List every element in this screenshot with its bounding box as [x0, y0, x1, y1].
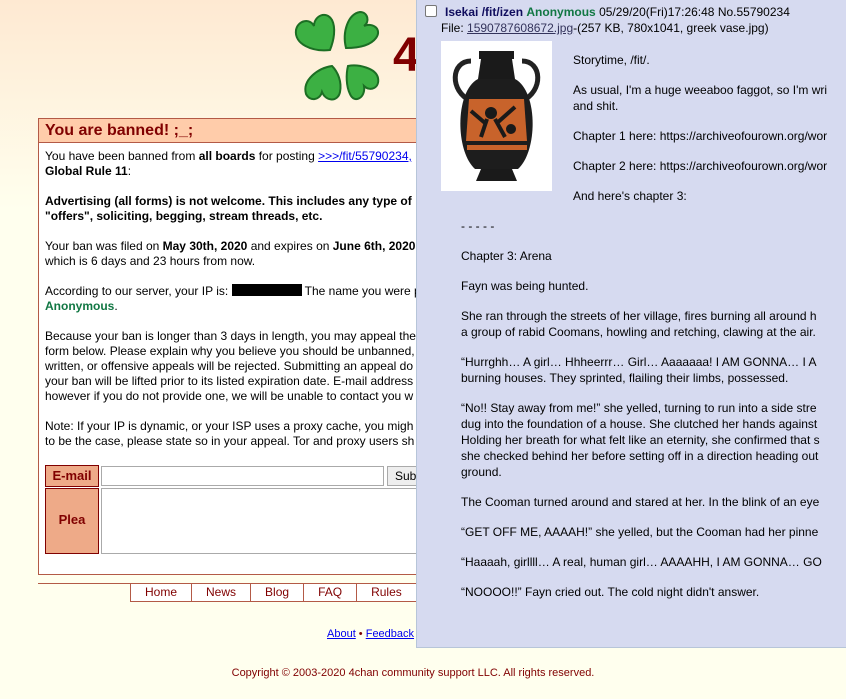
- file-meta: -(257 KB, 780x1041, greek vase.jpg): [573, 21, 769, 35]
- separator: •: [355, 628, 366, 640]
- poster-name: Anonymous: [45, 299, 115, 313]
- ban-text: Your ban was filed on: [45, 239, 163, 253]
- message-text: Holding her breath for what felt like an…: [461, 433, 820, 447]
- file-info: File: 1590787608672.jpg-(257 KB, 780x104…: [441, 21, 769, 35]
- post-header: Isekai /fit/izen Anonymous 05/29/20(Fri)…: [445, 5, 790, 19]
- message-line: “NOOOO!!” Fayn cried out. The cold night…: [461, 585, 760, 599]
- about-link[interactable]: About: [327, 628, 356, 640]
- footer-nav: Home News Blog FAQ Rules S: [130, 584, 454, 602]
- message-text: and shit.: [573, 99, 619, 113]
- nav-news[interactable]: News: [191, 584, 252, 602]
- rule-name: Global Rule 11: [45, 164, 128, 178]
- nav-rules[interactable]: Rules: [356, 584, 417, 602]
- message-text: ground.: [461, 465, 502, 479]
- message-line: As usual, I'm a huge weeaboo faggot, so …: [573, 82, 846, 114]
- ban-title: You are banned! ;_;: [39, 119, 437, 143]
- ban-text: :: [127, 164, 132, 178]
- post-subject: Isekai /fit/izen: [445, 5, 524, 19]
- post-message: Storytime, /fit/. As usual, I'm a huge w…: [461, 52, 846, 614]
- appeal-text-line: your ban will be lifted prior to its lis…: [45, 374, 414, 388]
- message-text: “Hurrghh… A girl… Hhheerrr… Girl… Aaaaaa…: [461, 355, 817, 369]
- rule-text-line1: Advertising (all forms) is not welcome. …: [45, 194, 412, 208]
- nav-blog[interactable]: Blog: [250, 584, 305, 602]
- message-line: “Haaaah, girllll… A real, human girl… AA…: [461, 555, 822, 569]
- post-name: Anonymous: [526, 5, 596, 19]
- appeal-text-line: written, or offensive appeals will be re…: [45, 359, 413, 373]
- note-text-line: to be the case, please state so in your …: [45, 434, 415, 448]
- post-link[interactable]: >>>/fit/55790234,: [318, 149, 412, 163]
- ban-text: You have been banned from: [45, 149, 199, 163]
- ban-text: .: [114, 299, 118, 313]
- plea-label: Plea: [45, 488, 99, 554]
- message-line: Chapter 1 here: https://archiveofourown.…: [573, 129, 828, 143]
- message-text: “No!! Stay away from me!” she yelled, tu…: [461, 401, 817, 415]
- message-text: dug into the foundation of a house. She …: [461, 417, 818, 431]
- ban-text: The name you were p: [301, 284, 421, 298]
- message-text: She ran through the streets of her villa…: [461, 309, 817, 323]
- message-line: Chapter 3: Arena: [461, 249, 552, 263]
- ban-box: You are banned! ;_; You have been banned…: [38, 118, 481, 575]
- post-checkbox[interactable]: [425, 5, 437, 17]
- post-preview: Isekai /fit/izen Anonymous 05/29/20(Fri)…: [416, 0, 846, 648]
- post-datetime: 05/29/20(Fri)17:26:48: [599, 5, 715, 19]
- ban-text: and expires on: [247, 239, 333, 253]
- message-text: a group of rabid Coomans, howling and re…: [461, 325, 816, 339]
- message-line: The Cooman turned around and stared at h…: [461, 495, 820, 509]
- message-line: “Hurrghh… A girl… Hhheerrr… Girl… Aaaaaa…: [461, 354, 846, 386]
- copyright: Copyright © 2003-2020 4chan community su…: [231, 667, 595, 679]
- file-label: File:: [441, 21, 468, 35]
- note-text-line: Note: If your IP is dynamic, or your ISP…: [45, 419, 414, 433]
- email-label: E-mail: [45, 465, 99, 487]
- ban-filed-date: May 30th, 2020: [162, 239, 248, 253]
- appeal-text-line: however if you do not provide one, we wi…: [45, 389, 414, 403]
- post-number[interactable]: No.55790234: [718, 5, 790, 19]
- nav-faq[interactable]: FAQ: [303, 584, 358, 602]
- file-link[interactable]: 1590787608672.jpg: [467, 21, 573, 35]
- email-field[interactable]: [101, 466, 384, 486]
- message-line: And here's chapter 3:: [573, 189, 687, 203]
- appeal-text-line: Because your ban is longer than 3 days i…: [45, 329, 416, 343]
- ban-body: You have been banned from all boards for…: [39, 143, 437, 449]
- ban-text: According to our server, your IP is:: [45, 284, 232, 298]
- nav-home[interactable]: Home: [130, 584, 193, 602]
- message-line: - - - - -: [461, 219, 495, 233]
- rule-text-line2: "offers", soliciting, begging, stream th…: [45, 209, 323, 223]
- ip-redaction: [231, 284, 302, 296]
- message-line: Storytime, /fit/.: [573, 53, 650, 67]
- appeal-text-line: form below. Please explain why you belie…: [45, 344, 415, 358]
- ban-text: for posting: [255, 149, 319, 163]
- message-line: She ran through the streets of her villa…: [461, 308, 846, 340]
- message-text: she checked behind her before setting of…: [461, 449, 819, 463]
- message-text: burning houses. They sprinted, flailing …: [461, 371, 789, 385]
- message-line: “GET OFF ME, AAAAH!” she yelled, but the…: [461, 525, 819, 539]
- ban-expire-date: June 6th, 2020: [332, 239, 416, 253]
- message-line: “No!! Stay away from me!” she yelled, tu…: [461, 400, 846, 480]
- feedback-link[interactable]: Feedback: [366, 628, 414, 640]
- message-line: Chapter 2 here: https://archiveofourown.…: [573, 159, 828, 173]
- ban-scope: all boards: [198, 149, 256, 163]
- footer-links: About • Feedback: [327, 628, 414, 640]
- message-line: Fayn was being hunted.: [461, 279, 589, 293]
- message-text: As usual, I'm a huge weeaboo faggot, so …: [573, 83, 828, 97]
- ban-duration: which is 6 days and 23 hours from now.: [45, 254, 256, 268]
